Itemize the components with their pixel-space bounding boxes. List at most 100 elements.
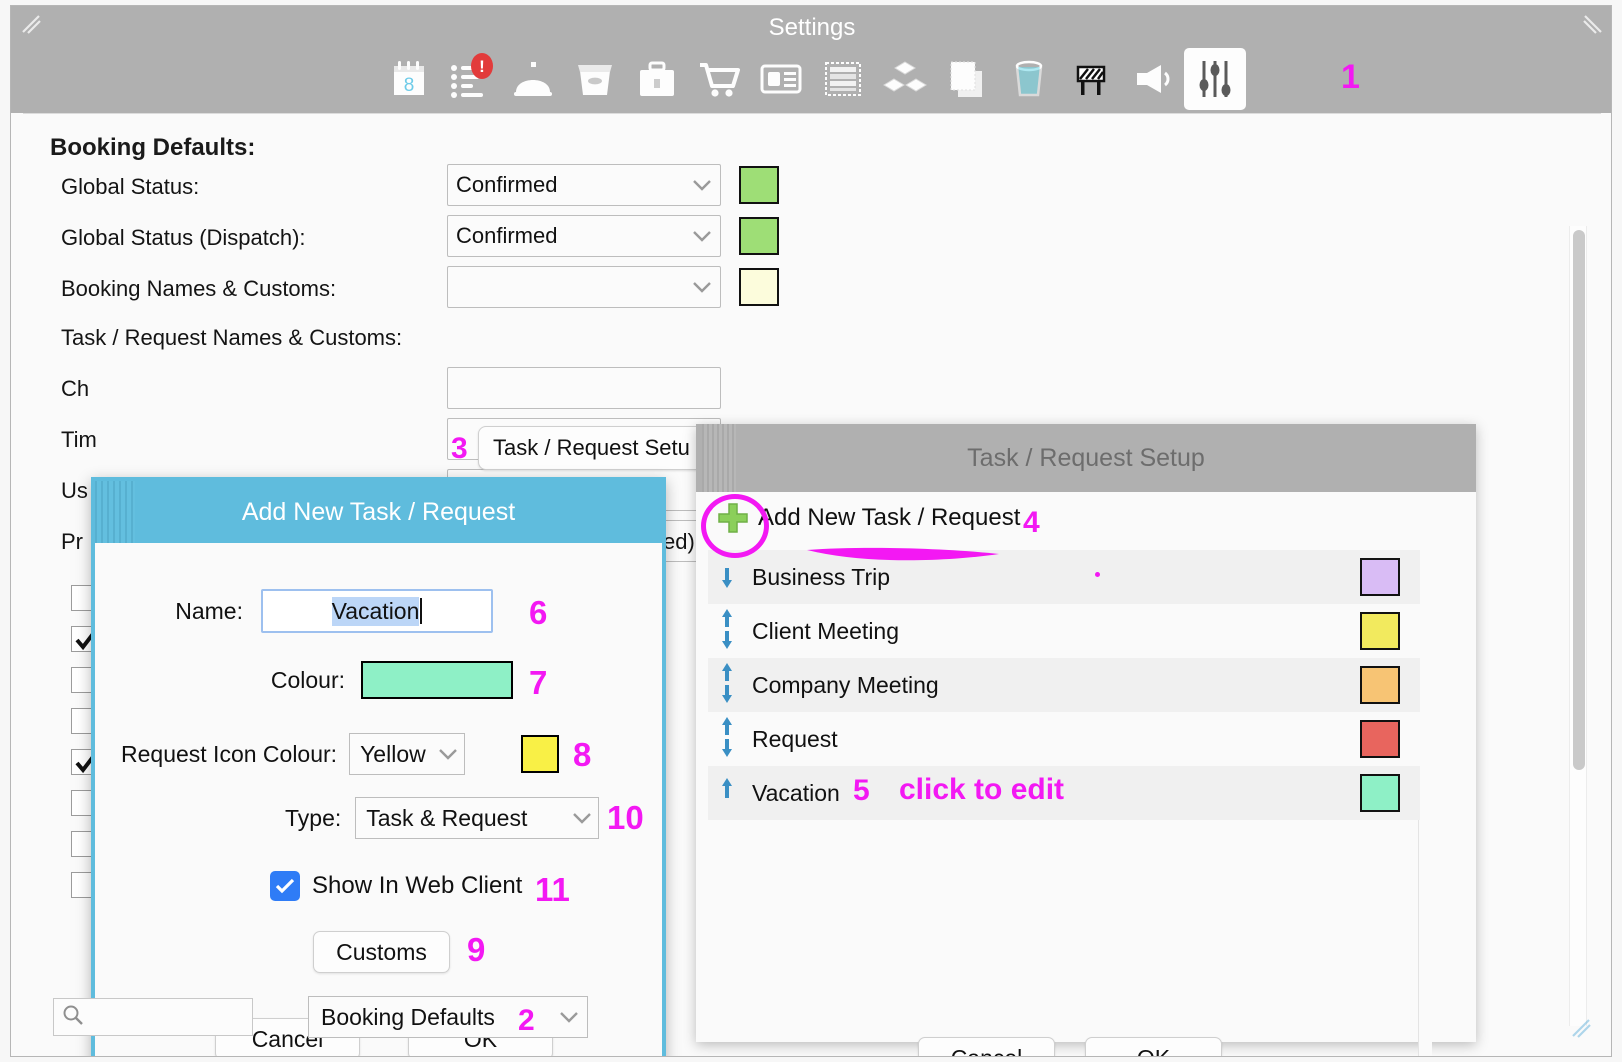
booking-names-customs-select[interactable] <box>447 266 721 308</box>
table-row-colour-swatch[interactable] <box>1360 612 1400 650</box>
obscured-label-1: Ch <box>61 376 90 401</box>
add-new-task-request-label: Add New Task / Request <box>758 504 1021 531</box>
settings-content: Booking Defaults: Global Status: Confirm… <box>23 113 1601 1056</box>
show-in-web-client-label: Show In Web Client <box>312 872 523 899</box>
table-row-name: Vacation <box>752 779 840 806</box>
sheet-scroll-track[interactable] <box>1418 560 1432 1056</box>
request-icon-colour-value: Yellow <box>360 740 426 767</box>
chevron-down-icon <box>572 812 592 825</box>
table-row[interactable]: Client Meeting <box>708 604 1420 658</box>
toolbar-item-bin[interactable] <box>998 48 1060 110</box>
annotation-circle-highlight <box>701 494 769 558</box>
toolbar-item-blocks[interactable] <box>1060 48 1122 110</box>
booking-names-customs-colour-swatch[interactable] <box>739 268 779 306</box>
annotation-2: 2 <box>518 1004 535 1037</box>
chevron-down-icon <box>438 748 458 761</box>
dialog-resize-grip-icon[interactable] <box>95 481 135 543</box>
table-row-name: Request <box>752 725 838 752</box>
request-icon-colour-select[interactable]: Yellow <box>349 733 466 775</box>
check-icon <box>275 878 295 894</box>
colour-swatch[interactable] <box>361 661 513 699</box>
type-row: Type: Task & Request <box>285 797 600 839</box>
obscured-label-4: Pr <box>61 529 83 554</box>
colour-row: Colour: <box>255 661 513 699</box>
toolbar-item-calendar[interactable]: 8 <box>378 48 440 110</box>
label-booking-names-customs: Booking Names & Customs: <box>61 276 337 301</box>
request-icon-colour-row: Request Icon Colour: Yellow <box>121 733 466 775</box>
task-request-setup-dialog: Task / Request Setup Add New Task / Requ… <box>696 424 1476 1056</box>
annotation-underline-highlight <box>803 542 1003 564</box>
tasks-alert-badge: ! <box>471 53 493 79</box>
toolbar-item-orders[interactable] <box>688 48 750 110</box>
table-row-colour-swatch[interactable] <box>1360 774 1400 812</box>
main-scrollbar-thumb[interactable] <box>1573 230 1585 770</box>
toolbar-item-contacts[interactable] <box>750 48 812 110</box>
table-row[interactable]: Company Meeting <box>708 658 1420 712</box>
table-row-colour-swatch[interactable] <box>1360 558 1400 596</box>
annotation-1: 1 <box>1341 58 1360 96</box>
search-input[interactable] <box>53 998 253 1036</box>
label-global-status-dispatch: Global Status (Dispatch): <box>61 225 306 250</box>
customs-button[interactable]: Customs <box>313 931 450 973</box>
resize-grip-icon[interactable] <box>1569 1016 1595 1042</box>
chevron-down-icon <box>692 281 712 294</box>
obscured-select-1[interactable] <box>447 367 721 409</box>
annotation-7: 7 <box>529 664 548 701</box>
name-input[interactable]: Vacation <box>261 589 493 633</box>
task-request-setup-title: Task / Request Setup <box>696 424 1476 492</box>
task-request-arrows-icon <box>716 774 742 813</box>
table-row-colour-swatch[interactable] <box>1360 720 1400 758</box>
toolbar-item-catering[interactable] <box>502 48 564 110</box>
request-icon-colour-label: Request Icon Colour: <box>121 740 338 767</box>
task-request-arrows-icon <box>716 715 742 764</box>
show-in-web-client-row[interactable]: Show In Web Client <box>270 871 522 901</box>
table-row-name: Client Meeting <box>752 617 900 644</box>
toolbar-item-settings[interactable] <box>1184 48 1246 110</box>
global-status-select[interactable]: Confirmed <box>447 164 721 206</box>
table-row-name: Business Trip <box>752 563 891 590</box>
chevron-down-icon <box>559 1011 579 1024</box>
svg-text:8: 8 <box>404 75 415 96</box>
toolbar-item-jobs[interactable] <box>626 48 688 110</box>
global-status-dispatch-value: Confirmed <box>456 223 558 248</box>
annotation-4: 4 <box>1023 506 1040 539</box>
toolbar-item-tasks[interactable]: ! <box>440 48 502 110</box>
toolbar-item-announcements[interactable] <box>1122 48 1184 110</box>
annotation-10: 10 <box>607 799 644 836</box>
main-scrollbar[interactable] <box>1569 226 1587 1026</box>
annotation-5-text: click to edit <box>899 773 1065 806</box>
obscured-label-3: Us <box>61 478 88 503</box>
annotation-6: 6 <box>529 594 548 631</box>
main-toolbar: 8 ! <box>11 48 1611 113</box>
toolbar-item-lists[interactable] <box>812 48 874 110</box>
name-label: Name: <box>175 597 243 624</box>
toolbar-item-inventory[interactable] <box>874 48 936 110</box>
toolbar-item-storage[interactable] <box>564 48 626 110</box>
type-label: Type: <box>285 804 342 831</box>
add-task-request-dialog: Add New Task / Request Name: Vacation 6 … <box>91 477 666 1056</box>
chevron-down-icon <box>692 230 712 243</box>
global-status-dispatch-colour-swatch[interactable] <box>739 217 779 255</box>
add-dialog-titlebar: Add New Task / Request <box>95 481 662 543</box>
window-title: Settings <box>768 14 856 41</box>
task-request-setup-button[interactable]: Task / Request Setu <box>478 426 733 470</box>
table-row[interactable]: Request <box>708 712 1420 766</box>
settings-window: Settings 8 ! 1 Booking Defaults: Global … <box>10 5 1612 1057</box>
request-icon-colour-swatch[interactable] <box>521 735 559 773</box>
table-row-colour-swatch[interactable] <box>1360 666 1400 704</box>
settings-page-select[interactable]: Booking Defaults <box>308 996 588 1038</box>
obscured-label-2: Tim <box>61 427 97 452</box>
dialog-resize-grip-icon[interactable] <box>702 424 736 492</box>
show-in-web-client-checkbox[interactable] <box>270 871 300 901</box>
window-titlebar: Settings 8 ! 1 <box>11 6 1611 113</box>
annotation-9: 9 <box>467 931 486 968</box>
toolbar-item-documents[interactable] <box>936 48 998 110</box>
table-row-name: Company Meeting <box>752 671 939 698</box>
global-status-colour-swatch[interactable] <box>739 166 779 204</box>
type-select[interactable]: Task & Request <box>355 797 600 839</box>
label-task-request-names-customs: Task / Request Names & Customs: <box>61 325 403 350</box>
global-status-dispatch-select[interactable]: Confirmed <box>447 215 721 257</box>
add-new-task-request-button[interactable]: Add New Task / Request <box>696 492 1476 544</box>
text-caret <box>420 598 423 624</box>
colour-label: Colour: <box>270 666 345 693</box>
